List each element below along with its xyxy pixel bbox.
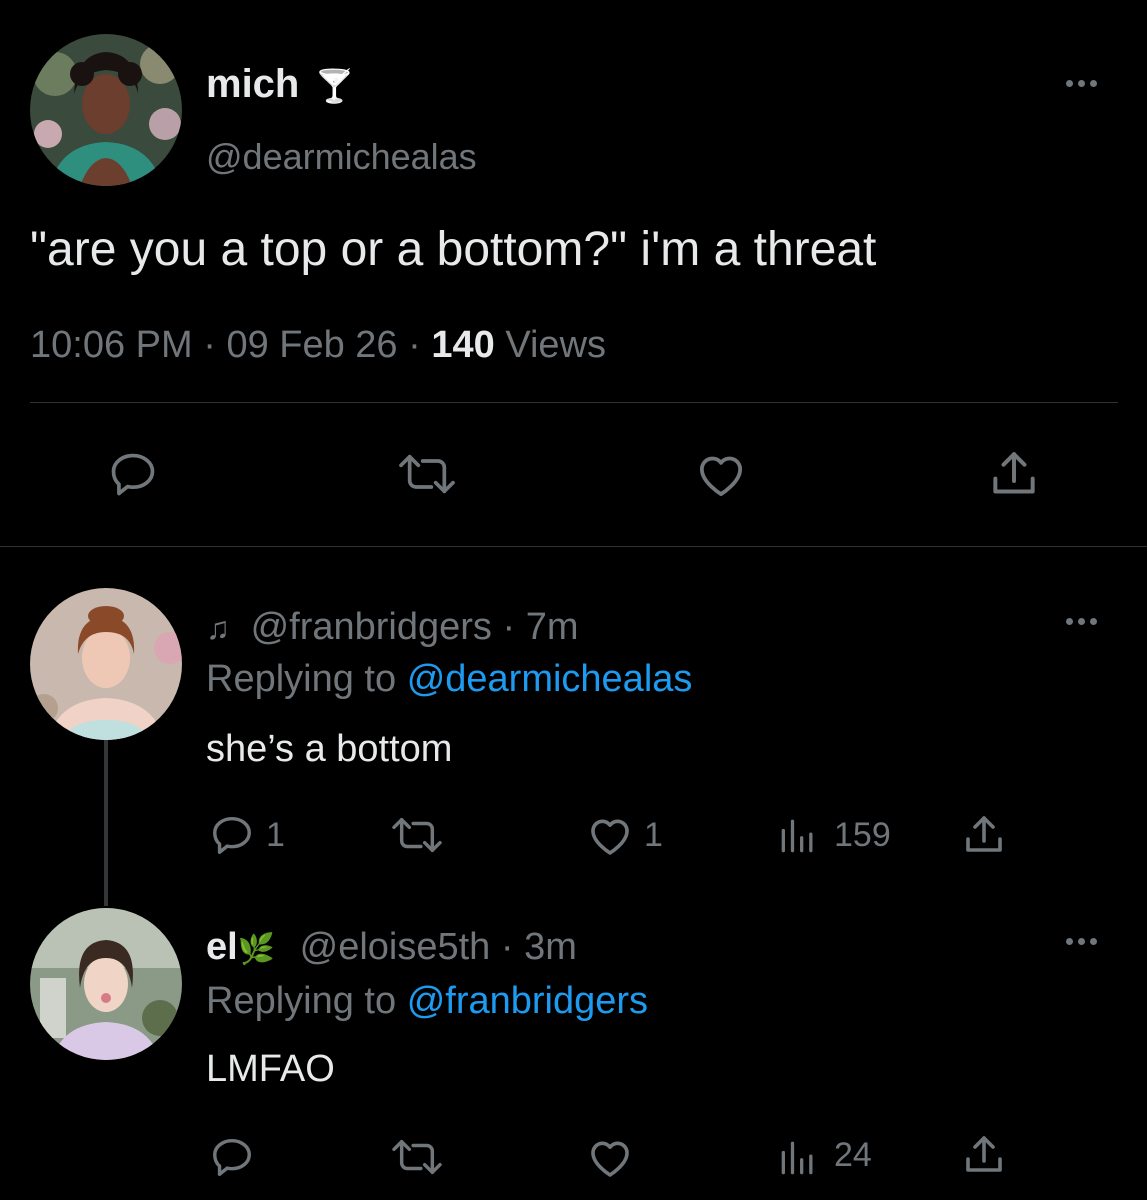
avatar-eloise5th[interactable] — [30, 908, 182, 1060]
views-icon[interactable] — [774, 1136, 822, 1180]
share-icon[interactable] — [986, 446, 1042, 502]
reply2-time[interactable]: 3m — [524, 926, 577, 968]
views-label[interactable]: Views — [505, 324, 606, 366]
share-icon[interactable] — [960, 810, 1008, 860]
divider — [0, 546, 1147, 547]
reply1-replying-to: Replying to @dearmichealas — [206, 658, 692, 701]
thread-line — [104, 740, 108, 906]
views-count[interactable]: 140 — [431, 324, 494, 366]
retweet-icon[interactable] — [388, 1134, 446, 1180]
like-count[interactable]: 1 — [644, 818, 663, 852]
reply2-replying-to: Replying to @franbridgers — [206, 980, 648, 1023]
tweet-date[interactable]: 09 Feb 26 — [226, 324, 397, 366]
reply2-text: LMFAO — [206, 1048, 335, 1090]
replying-handle-link[interactable]: @dearmichealas — [407, 658, 693, 700]
reply1-handle[interactable]: @franbridgers — [251, 606, 492, 648]
like-icon[interactable] — [584, 1134, 636, 1182]
more-icon[interactable] — [1066, 80, 1097, 87]
reply-count[interactable]: 1 — [266, 818, 285, 852]
reply1-header: ♫ @franbridgers · 7m — [206, 606, 578, 649]
more-icon[interactable] — [1066, 618, 1097, 625]
reply-icon[interactable] — [208, 812, 256, 858]
display-name[interactable]: mich 🍸 — [206, 62, 354, 107]
views-count[interactable]: 159 — [834, 818, 891, 852]
herb-emoji-icon: 🌿 — [237, 933, 276, 966]
share-icon[interactable] — [960, 1130, 1008, 1180]
replying-prefix: Replying to — [206, 980, 397, 1022]
views-count[interactable]: 24 — [834, 1138, 872, 1172]
reply2-display-name[interactable]: el — [206, 926, 238, 968]
like-icon[interactable] — [692, 448, 750, 502]
reply2-handle[interactable]: @eloise5th — [300, 926, 491, 968]
header-separator: · — [500, 926, 514, 968]
display-name-text[interactable]: mich — [206, 62, 299, 106]
tweet-time[interactable]: 10:06 PM — [30, 324, 193, 366]
music-note-icon: ♫ — [206, 610, 230, 646]
more-icon[interactable] — [1066, 938, 1097, 945]
views-icon[interactable] — [774, 814, 822, 858]
meta-separator: · — [203, 324, 216, 366]
reply1-text: she’s a bottom — [206, 728, 453, 770]
reply2-header: el🌿 @eloise5th · 3m — [206, 926, 577, 969]
martini-emoji-icon: 🍸 — [314, 68, 355, 104]
reply1-time[interactable]: 7m — [526, 606, 579, 648]
meta-separator: · — [408, 324, 421, 366]
reply-icon[interactable] — [106, 448, 160, 500]
replying-prefix: Replying to — [206, 658, 397, 700]
reply-icon[interactable] — [208, 1134, 256, 1180]
handle[interactable]: @dearmichealas — [206, 136, 477, 178]
replying-handle-link[interactable]: @franbridgers — [407, 980, 648, 1022]
retweet-icon[interactable] — [388, 812, 446, 858]
divider — [30, 402, 1118, 403]
retweet-icon[interactable] — [394, 448, 460, 500]
like-icon[interactable] — [584, 812, 636, 860]
avatar-mich[interactable] — [30, 34, 182, 186]
tweet-text: "are you a top or a bottom?" i'm a threa… — [30, 223, 877, 276]
tweet-meta: 10:06 PM · 09 Feb 26 · 140 Views — [30, 324, 606, 367]
avatar-franbridgers[interactable] — [30, 588, 182, 740]
header-separator: · — [502, 606, 516, 648]
